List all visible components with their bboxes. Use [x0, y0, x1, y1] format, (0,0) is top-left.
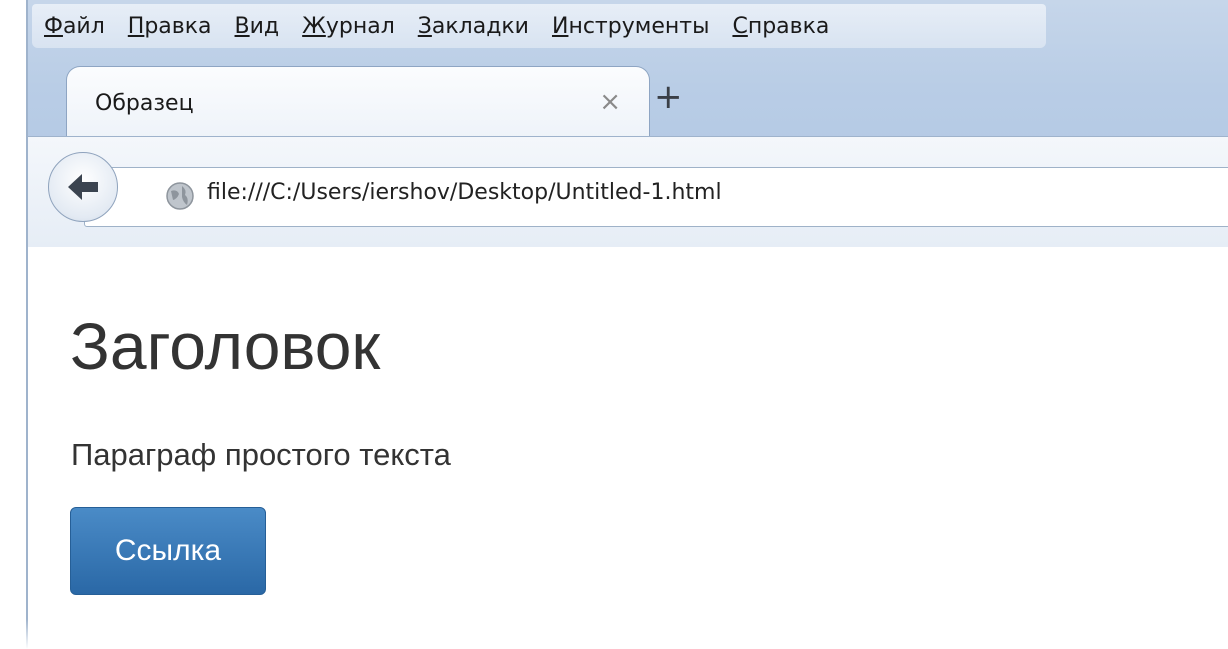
- menu-item-bookmarks[interactable]: Закладки: [418, 14, 529, 39]
- back-arrow-icon: [68, 174, 98, 200]
- globe-icon: [166, 182, 194, 210]
- address-bar[interactable]: file:///C:/Users/iershov/Desktop/Untitle…: [84, 167, 1228, 227]
- tab-title: Образец: [95, 91, 194, 116]
- page-paragraph: Параграф простого текста: [71, 437, 451, 472]
- menu-item-view[interactable]: Вид: [235, 14, 280, 39]
- tab-active[interactable]: Образец ×: [66, 66, 650, 139]
- navigation-bar: file:///C:/Users/iershov/Desktop/Untitle…: [28, 136, 1228, 248]
- menu-item-edit[interactable]: Правка: [128, 14, 212, 39]
- new-tab-icon[interactable]: +: [654, 80, 683, 114]
- browser-window: Файл Правка Вид Журнал Закладки Инструме…: [26, 0, 1228, 649]
- menu-item-history[interactable]: Журнал: [302, 14, 395, 39]
- menu-item-tools[interactable]: Инструменты: [552, 14, 709, 39]
- link-button[interactable]: Ссылка: [70, 507, 266, 595]
- close-tab-icon[interactable]: ×: [599, 87, 621, 117]
- page-heading: Заголовок: [70, 309, 381, 383]
- bottom-fade: [0, 619, 1228, 649]
- page-content: Заголовок Параграф простого текста Ссылк…: [28, 247, 1228, 649]
- menu-item-help[interactable]: Справка: [732, 14, 829, 39]
- tab-strip: Образец × +: [28, 56, 1228, 139]
- menu-bar: Файл Правка Вид Журнал Закладки Инструме…: [32, 4, 1046, 48]
- menu-item-file[interactable]: Файл: [44, 14, 105, 39]
- url-text: file:///C:/Users/iershov/Desktop/Untitle…: [207, 180, 722, 205]
- back-button[interactable]: [48, 152, 118, 222]
